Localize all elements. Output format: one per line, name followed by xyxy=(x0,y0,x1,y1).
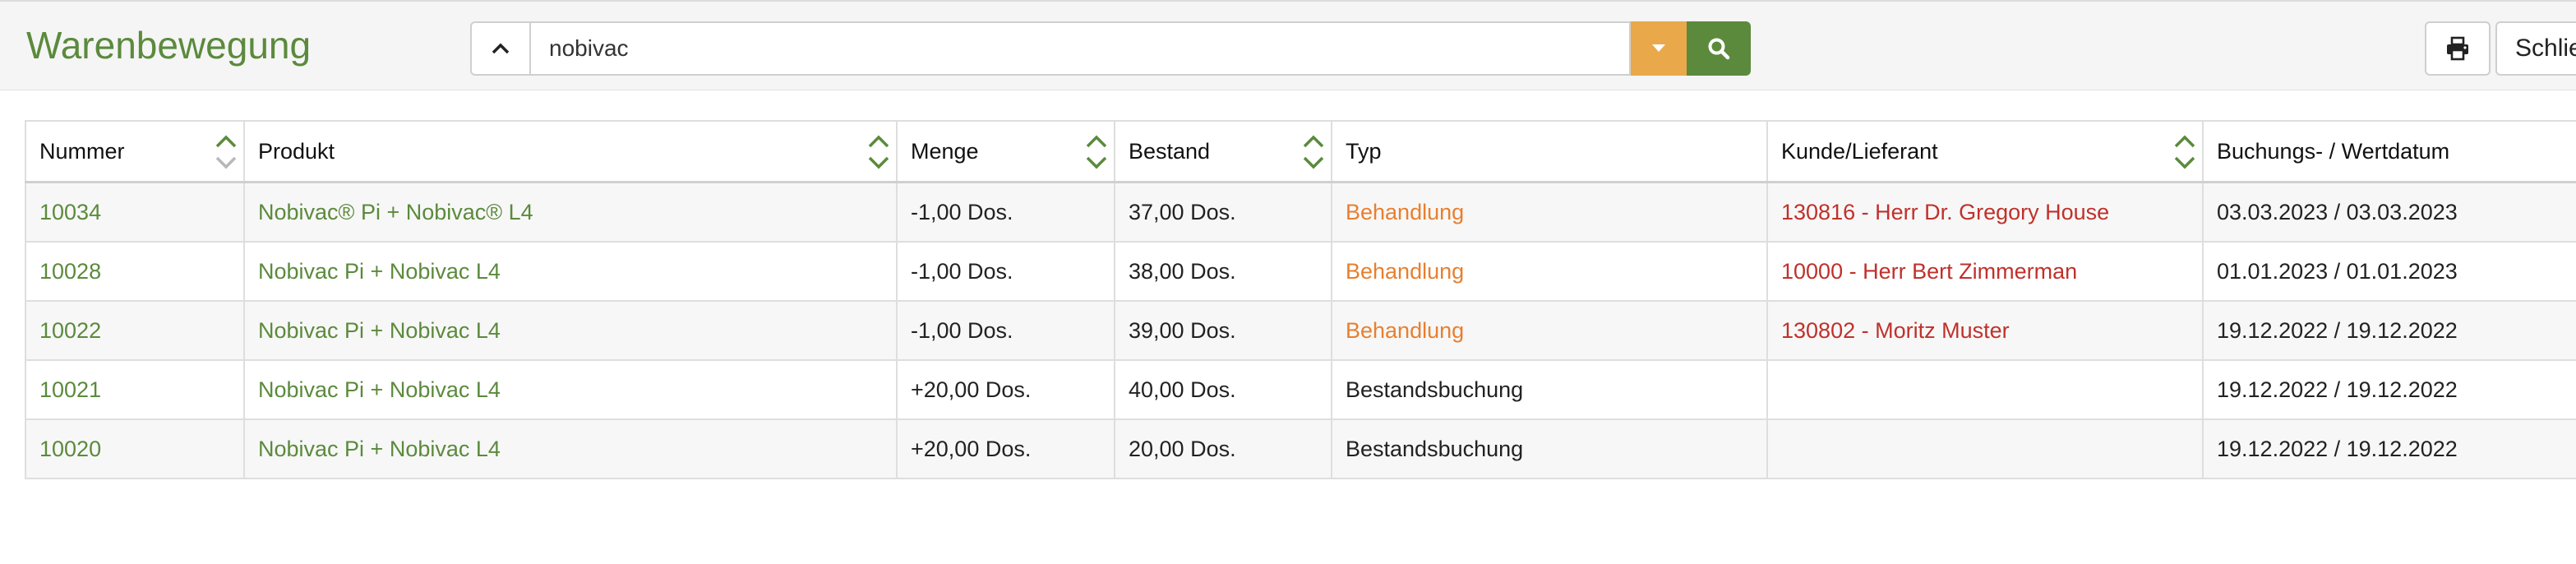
print-icon xyxy=(2447,36,2468,61)
cell-bestand: 20,00 Dos. xyxy=(1114,418,1332,479)
cell-datum: 03.03.2023 / 03.03.2023 xyxy=(2202,181,2576,243)
column-header-datum: Buchungs- / Wertdatum xyxy=(2202,120,2576,183)
search-input[interactable] xyxy=(531,21,1631,76)
cell-kunde[interactable]: 10000 - Herr Bert Zimmerman xyxy=(1766,241,2204,302)
cell-datum: 19.12.2022 / 19.12.2022 xyxy=(2202,359,2576,420)
column-header-kunde[interactable]: Kunde/Lieferant xyxy=(1766,120,2204,183)
cell-datum: 01.01.2023 / 01.01.2023 xyxy=(2202,241,2576,302)
column-header-label: Kunde/Lieferant xyxy=(1781,138,1938,164)
cell-nummer[interactable]: 10021 xyxy=(25,359,245,420)
cell-produkt[interactable]: Nobivac Pi + Nobivac L4 xyxy=(243,300,898,361)
cell-typ: Bestandsbuchung xyxy=(1331,418,1768,479)
column-header-label: Bestand xyxy=(1129,138,1211,164)
column-header-label: Typ xyxy=(1346,138,1382,164)
cell-nummer[interactable]: 10028 xyxy=(25,241,245,302)
cell-nummer[interactable]: 10022 xyxy=(25,300,245,361)
column-header-bestand[interactable]: Bestand xyxy=(1114,120,1332,183)
cell-bestand: 40,00 Dos. xyxy=(1114,359,1332,420)
sort-arrows-icon[interactable] xyxy=(866,127,891,176)
table-row[interactable]: 10028 Nobivac Pi + Nobivac L4 -1,00 Dos.… xyxy=(25,241,2576,302)
cell-bestand: 39,00 Dos. xyxy=(1114,300,1332,361)
cell-menge: +20,00 Dos. xyxy=(896,359,1115,420)
sort-arrows-icon[interactable] xyxy=(214,127,238,176)
stock-movement-table: Nummer Produkt Menge Bestand Typ Kunde/L… xyxy=(25,120,2576,479)
cell-produkt[interactable]: Nobivac® Pi + Nobivac® L4 xyxy=(243,181,898,243)
cell-kunde xyxy=(1766,359,2204,420)
cell-kunde[interactable]: 130802 - Moritz Muster xyxy=(1766,300,2204,361)
table-header-row: Nummer Produkt Menge Bestand Typ Kunde/L… xyxy=(25,120,2576,183)
sort-arrows-icon[interactable] xyxy=(2172,127,2197,176)
sort-arrows-icon[interactable] xyxy=(1301,127,1326,176)
cell-produkt[interactable]: Nobivac Pi + Nobivac L4 xyxy=(243,241,898,302)
collapse-button[interactable] xyxy=(470,21,531,76)
print-button[interactable] xyxy=(2425,21,2491,76)
cell-kunde xyxy=(1766,418,2204,479)
cell-typ: Bestandsbuchung xyxy=(1331,359,1768,420)
caret-down-icon xyxy=(1652,44,1665,52)
column-header-produkt[interactable]: Produkt xyxy=(243,120,898,183)
cell-datum: 19.12.2022 / 19.12.2022 xyxy=(2202,418,2576,479)
cell-produkt[interactable]: Nobivac Pi + Nobivac L4 xyxy=(243,418,898,479)
cell-nummer[interactable]: 10034 xyxy=(25,181,245,243)
sort-arrows-icon[interactable] xyxy=(1084,127,1109,176)
cell-datum: 19.12.2022 / 19.12.2022 xyxy=(2202,300,2576,361)
cell-produkt[interactable]: Nobivac Pi + Nobivac L4 xyxy=(243,359,898,420)
column-header-menge[interactable]: Menge xyxy=(896,120,1115,183)
column-header-nummer[interactable]: Nummer xyxy=(25,120,245,183)
table-row[interactable]: 10021 Nobivac Pi + Nobivac L4 +20,00 Dos… xyxy=(25,359,2576,420)
column-header-label: Nummer xyxy=(39,138,125,164)
table-row[interactable]: 10020 Nobivac Pi + Nobivac L4 +20,00 Dos… xyxy=(25,418,2576,479)
cell-typ[interactable]: Behandlung xyxy=(1331,300,1768,361)
table-row[interactable]: 10022 Nobivac Pi + Nobivac L4 -1,00 Dos.… xyxy=(25,300,2576,361)
cell-bestand: 38,00 Dos. xyxy=(1114,241,1332,302)
column-header-label: Menge xyxy=(911,138,979,164)
cell-menge: -1,00 Dos. xyxy=(896,300,1115,361)
search-options-dropdown-button[interactable] xyxy=(1631,21,1687,76)
column-header-typ: Typ xyxy=(1331,120,1768,183)
cell-kunde[interactable]: 130816 - Herr Dr. Gregory House xyxy=(1766,181,2204,243)
page-title: Warenbewegung xyxy=(26,24,312,67)
search-icon xyxy=(1708,38,1730,60)
cell-typ[interactable]: Behandlung xyxy=(1331,181,1768,243)
cell-nummer[interactable]: 10020 xyxy=(25,418,245,479)
cell-menge: -1,00 Dos. xyxy=(896,181,1115,243)
cell-typ[interactable]: Behandlung xyxy=(1331,241,1768,302)
table-row[interactable]: 10034 Nobivac® Pi + Nobivac® L4 -1,00 Do… xyxy=(25,181,2576,243)
column-header-label: Buchungs- / Wertdatum xyxy=(2217,138,2450,164)
search-group xyxy=(470,21,1751,76)
search-button[interactable] xyxy=(1687,21,1751,76)
header-bar: Warenbewegung Schließen xyxy=(0,0,2576,90)
chevron-up-icon xyxy=(492,43,510,54)
cell-menge: +20,00 Dos. xyxy=(896,418,1115,479)
cell-menge: -1,00 Dos. xyxy=(896,241,1115,302)
close-button[interactable]: Schließen xyxy=(2495,21,2576,76)
column-header-label: Produkt xyxy=(258,138,335,164)
cell-bestand: 37,00 Dos. xyxy=(1114,181,1332,243)
